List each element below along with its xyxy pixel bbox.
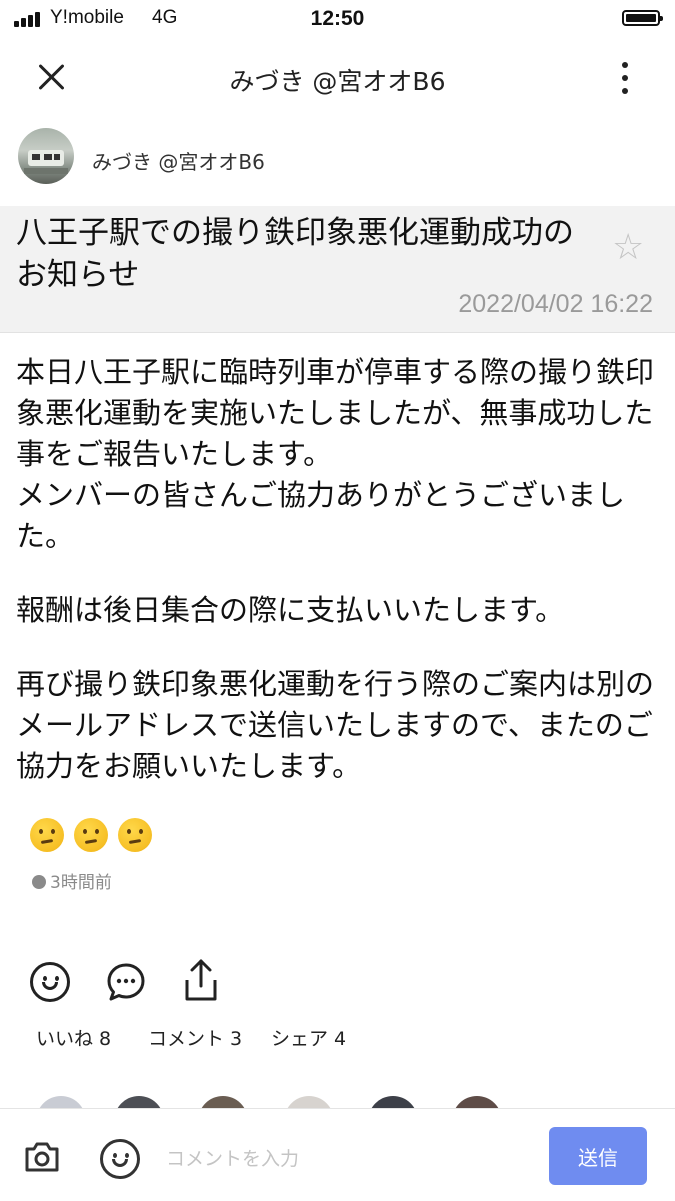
like-icon[interactable] xyxy=(30,962,70,1002)
post-paragraph: 報酬は後日集合の際に支払いいたします。 xyxy=(16,593,565,627)
star-icon[interactable]: ☆ xyxy=(612,228,644,268)
emoji-icon[interactable] xyxy=(100,1139,140,1179)
comment-bar: 送信 xyxy=(0,1108,675,1201)
avatar[interactable] xyxy=(18,128,74,184)
reaction-counts: いいね 8 コメント 3 シェア 4 xyxy=(0,1024,675,1054)
post-title: 八王子駅での撮り鉄印象悪化運動成功のお知らせ xyxy=(16,215,574,293)
thinking-face-icon xyxy=(30,818,64,852)
battery-icon xyxy=(622,10,663,26)
status-bar: Y!mobile 4G 12:50 xyxy=(0,0,675,38)
camera-icon[interactable] xyxy=(24,1141,60,1173)
comment-icon[interactable] xyxy=(106,962,146,1002)
post-title-block: 八王子駅での撮り鉄印象悪化運動成功のお知らせ ☆ 2022/04/02 16:2… xyxy=(0,206,675,333)
more-options-button[interactable] xyxy=(612,58,638,98)
time-ago-text: 3時間前 xyxy=(50,873,112,893)
top-navigation-bar: みづき @宮オオB6 xyxy=(0,40,675,114)
emoji-row xyxy=(30,818,162,858)
post-paragraph: 再び撮り鉄印象悪化運動を行う際のご案内は別のメールアドレスで送信いたしますので、… xyxy=(16,667,655,783)
page-title: みづき @宮オオB6 xyxy=(229,67,446,96)
status-time: 12:50 xyxy=(310,7,365,30)
comment-count[interactable]: コメント 3 xyxy=(148,1024,242,1051)
comment-input[interactable] xyxy=(160,1139,532,1179)
globe-icon xyxy=(32,875,46,889)
post-paragraph: 本日八王子駅に臨時列車が停車する際の撮り鉄印象悪化運動を実施いたしましたが、無事… xyxy=(16,355,655,553)
share-count[interactable]: シェア 4 xyxy=(271,1024,346,1051)
post-author: みづき @宮オオB6 xyxy=(0,124,675,202)
thinking-face-icon xyxy=(118,818,152,852)
reaction-bar xyxy=(0,958,675,1008)
thinking-face-icon xyxy=(74,818,108,852)
post-date: 2022/04/02 16:22 xyxy=(458,290,653,318)
post-body: 本日八王子駅に臨時列車が停車する際の撮り鉄印象悪化運動を実施いたしましたが、無事… xyxy=(16,352,666,820)
post-time-ago: 3時間前 xyxy=(32,868,112,893)
share-icon[interactable] xyxy=(183,958,219,1002)
send-button[interactable]: 送信 xyxy=(549,1127,647,1185)
author-name[interactable]: みづき @宮オオB6 xyxy=(92,146,265,175)
like-count[interactable]: いいね 8 xyxy=(36,1024,111,1051)
